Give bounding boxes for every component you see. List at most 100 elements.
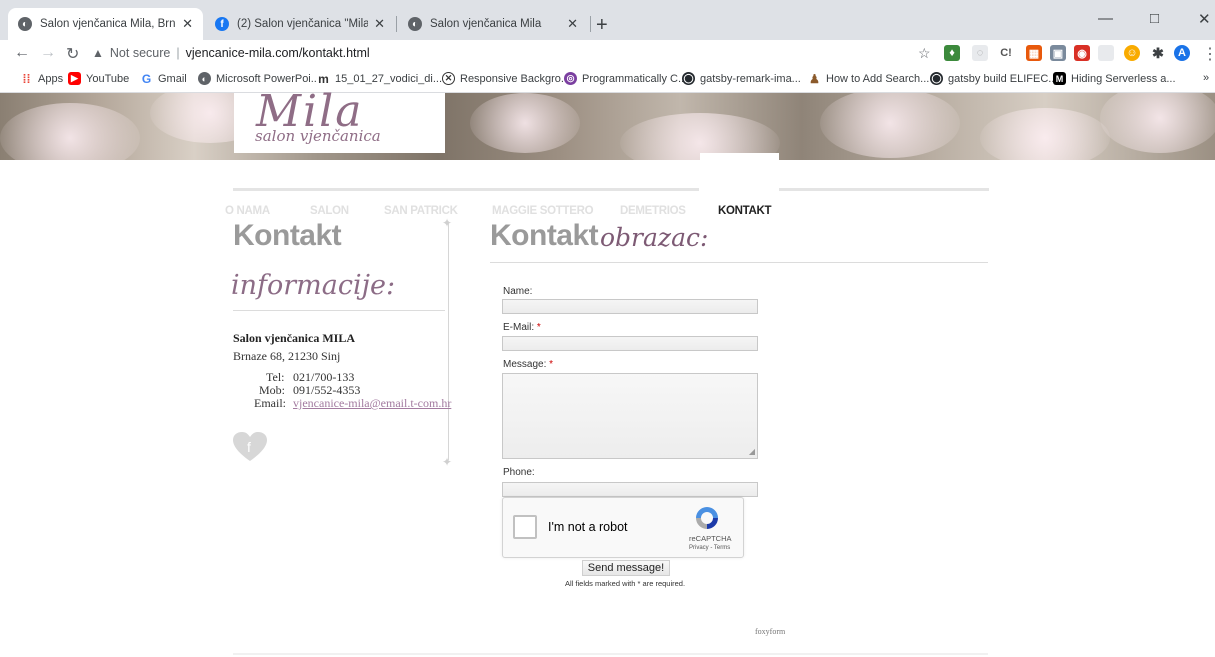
recaptcha-brand: reCAPTCHA (689, 534, 732, 543)
name-label: Name: (503, 286, 533, 297)
email-link[interactable]: vjencanice-mila@email.t-com.hr (293, 396, 451, 411)
bookmark-gatsby-build[interactable]: ◯ gatsby build ELIFEC... (930, 72, 1057, 85)
form-heading-rule (490, 262, 988, 263)
close-tab-icon[interactable]: ✕ (182, 16, 193, 32)
bookmark-label: Apps (38, 72, 64, 85)
tab-divider (590, 16, 591, 32)
required-mark: * (536, 322, 541, 333)
maximize-button[interactable]: □ (1150, 10, 1159, 27)
message-label: Message: * (503, 359, 553, 370)
nav-kontakt[interactable]: KONTAKT (718, 205, 772, 217)
bookmark-label: YouTube (86, 72, 130, 85)
site-logo-tagline: salon vjenčanica (255, 127, 381, 145)
tab-salon-mila[interactable]: ◐ Salon vjenčanica Mila ✕ (398, 8, 588, 40)
nav-top-rule (779, 188, 989, 191)
bookmark-label: gatsby-remark-ima... (700, 72, 801, 85)
forward-icon[interactable]: → (40, 44, 56, 62)
profile-avatar[interactable]: A (1174, 45, 1190, 61)
tab-divider (396, 16, 397, 32)
more-bookmarks-button[interactable]: » (1203, 72, 1209, 84)
extension-icon[interactable]: ☺ (1124, 45, 1140, 61)
bookmark-youtube[interactable]: ▶ YouTube (68, 72, 129, 85)
youtube-icon: ▶ (68, 72, 81, 85)
separator: | (176, 46, 180, 60)
close-tab-icon[interactable]: ✕ (567, 16, 578, 32)
name-input[interactable] (502, 299, 758, 314)
extension-icon[interactable]: C! (998, 45, 1014, 61)
message-textarea[interactable]: ◢ (502, 373, 758, 459)
divider-ornament-icon: ✦ (442, 455, 453, 469)
close-window-button[interactable]: ✕ (1198, 10, 1211, 28)
bookmark-gatsby-remark[interactable]: ◯ gatsby-remark-ima... (682, 72, 801, 85)
bookmark-label: How to Add Search... (826, 72, 930, 85)
bookmark-label: Microsoft PowerPoi... (216, 72, 320, 85)
recaptcha-checkbox[interactable] (513, 515, 537, 539)
tab-strip: ◐ Salon vjenčanica Mila, Brnaze - S ✕ f … (0, 0, 1215, 40)
warning-icon[interactable]: ▲ (92, 46, 104, 60)
bookmarks-bar: ⁞⁞ Apps ▶ YouTube G Gmail ◐ Microsoft Po… (0, 67, 1215, 93)
cancel-circle-icon: ✕ (442, 72, 455, 85)
facebook-heart-icon[interactable]: f (233, 432, 267, 462)
active-nav-notch (700, 153, 779, 161)
extension-icon[interactable]: ▣ (1050, 45, 1066, 61)
phone-input[interactable] (502, 482, 758, 497)
email-field-label: E-Mail: * (503, 322, 541, 333)
required-mark: * (549, 359, 554, 370)
bookmark-star-icon[interactable]: ☆ (918, 45, 931, 62)
nav-maggie-sottero[interactable]: MAGGIE SOTTERO (492, 205, 594, 217)
column-divider (448, 223, 449, 460)
tab-salon-vjencanica[interactable]: ◐ Salon vjenčanica Mila, Brnaze - S ✕ (8, 8, 203, 40)
nav-salon[interactable]: SALON (310, 205, 349, 217)
tab-title: Salon vjenčanica Mila, Brnaze - S (40, 18, 176, 30)
bookmark-hiding-serverless[interactable]: M Hiding Serverless a... (1053, 72, 1176, 85)
bookmark-powerpoint[interactable]: ◐ Microsoft PowerPoi... (198, 72, 320, 85)
extension-icon[interactable]: ◉ (1074, 45, 1090, 61)
resize-grip-icon[interactable]: ◢ (749, 447, 755, 456)
nav-o-nama[interactable]: O NAMA (225, 205, 270, 217)
nav-demetrios[interactable]: DEMETRIOS (620, 205, 686, 217)
minimize-button[interactable]: — (1098, 10, 1113, 27)
tab-title: Salon vjenčanica Mila (430, 18, 542, 30)
back-icon[interactable]: ← (14, 44, 30, 62)
new-tab-button[interactable]: + (596, 14, 608, 37)
phone-label: Phone: (503, 467, 535, 478)
bookmark-add-search[interactable]: ♟ How to Add Search... (808, 72, 930, 86)
github-icon: ◯ (930, 72, 943, 85)
recaptcha-privacy-terms[interactable]: Privacy - Terms (689, 545, 730, 551)
menu-kebab-icon[interactable]: ⋮ (1202, 44, 1215, 64)
tab-title: (2) Salon vjenčanica "Mila" | Face (237, 18, 369, 30)
bookmark-responsive[interactable]: ✕ Responsive Backgro... (442, 72, 570, 85)
tab-facebook[interactable]: f (2) Salon vjenčanica "Mila" | Face ✕ (205, 8, 395, 40)
address-bar[interactable]: ▲ Not secure | vjencanice-mila.com/konta… (92, 42, 952, 64)
extensions-puzzle-icon[interactable]: ✱ (1150, 45, 1166, 61)
bookmark-label: Programmatically C... (582, 72, 688, 85)
extension-icon[interactable]: ♦ (944, 45, 960, 61)
header-banner-image (0, 93, 1215, 160)
apps-grid-icon: ⁞⁞ (20, 72, 33, 86)
globe-icon: ◐ (198, 72, 211, 85)
divider-ornament-icon: ✦ (442, 216, 453, 230)
bookmark-gmail[interactable]: G Gmail (140, 72, 187, 86)
right-heading-script: obrazac: (600, 223, 709, 252)
bookmark-label: gatsby build ELIFEC... (948, 72, 1058, 85)
reload-icon[interactable]: ↻ (66, 44, 79, 64)
extension-icon[interactable] (1098, 45, 1114, 61)
recaptcha-logo-icon (696, 507, 718, 529)
email-input[interactable] (502, 336, 758, 351)
send-message-button[interactable]: Send message! (582, 560, 670, 576)
globe-icon: ◐ (18, 17, 32, 31)
extension-icon[interactable]: ▦ (1026, 45, 1042, 61)
bookmark-vodici[interactable]: m 15_01_27_vodici_di... (317, 71, 443, 86)
close-tab-icon[interactable]: ✕ (374, 16, 385, 32)
foxyform-credit[interactable]: foxyform (755, 627, 785, 636)
moodle-icon: m (317, 71, 330, 86)
business-address: Brnaze 68, 21230 Sinj (233, 349, 341, 363)
email-field-label-text: E-Mail: (503, 322, 535, 333)
facebook-letter: f (247, 439, 251, 455)
bookmark-label: 15_01_27_vodici_di... (335, 72, 443, 85)
bookmark-apps[interactable]: ⁞⁞ Apps (20, 72, 64, 86)
info-rule (233, 310, 445, 311)
extension-icon[interactable]: ◌ (972, 45, 988, 61)
bookmark-programmatically[interactable]: ◎ Programmatically C... (564, 72, 687, 85)
github-icon: ◯ (682, 72, 695, 85)
